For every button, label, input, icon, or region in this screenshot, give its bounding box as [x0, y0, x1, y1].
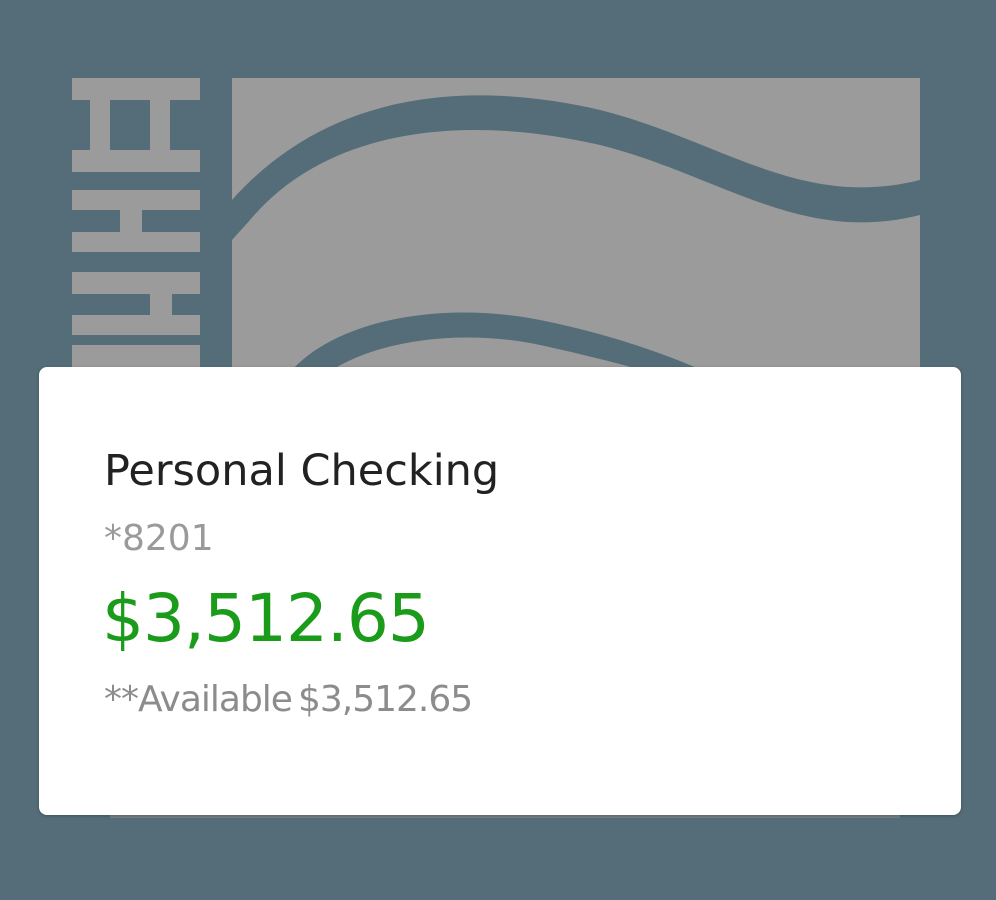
available-value: $3,512.65: [297, 679, 473, 720]
available-balance-row: **Available $3,512.65: [104, 678, 473, 722]
available-label: **Available: [104, 679, 293, 720]
account-number: *8201: [104, 518, 214, 559]
account-card[interactable]: Personal Checking *8201 $3,512.65 **Avai…: [39, 367, 961, 815]
account-screen: Personal Checking *8201 $3,512.65 **Avai…: [0, 0, 996, 900]
account-balance: $3,512.65: [102, 580, 430, 657]
account-name: Personal Checking: [104, 446, 500, 496]
